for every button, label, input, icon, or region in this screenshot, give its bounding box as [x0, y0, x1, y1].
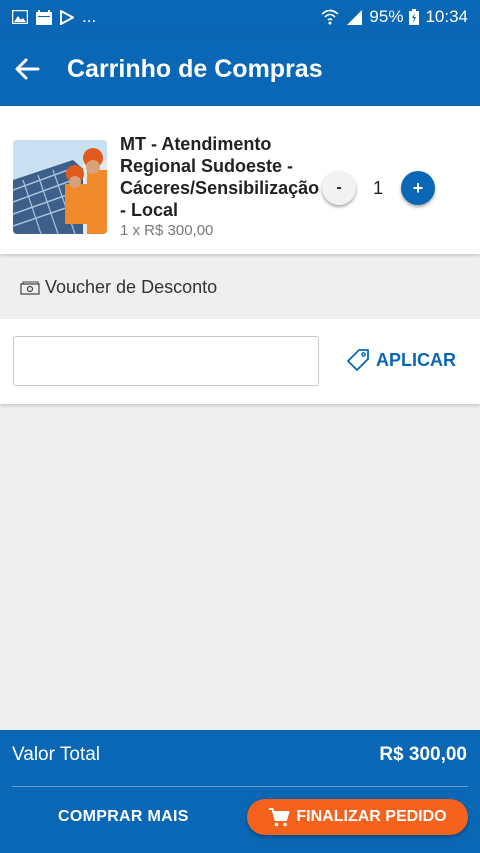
product-price: 1 x R$ 300,00: [120, 222, 214, 239]
checkout-footer: Valor Total R$ 300,00 COMPRAR MAIS FINAL…: [0, 730, 480, 853]
quantity-value: 1: [372, 178, 383, 198]
status-bar-notifications: ...: [12, 7, 96, 27]
plus-label: +: [412, 177, 424, 198]
back-button[interactable]: [12, 54, 42, 84]
calendar-notification-icon: [36, 9, 52, 25]
battery-percent: 95%: [369, 7, 404, 26]
status-bar-system: 95% 10:34: [321, 7, 468, 27]
arrow-left-icon: [15, 58, 40, 80]
minus-label: -: [336, 179, 342, 196]
clock: 10:34: [425, 7, 468, 26]
voucher-card: APLICAR: [0, 319, 480, 404]
battery-charging-icon: [409, 9, 420, 25]
cart-item: MT - Atendimento Regional Sudoeste - Các…: [0, 106, 480, 254]
buy-more-button[interactable]: COMPRAR MAIS: [58, 808, 189, 826]
wifi-icon: [321, 9, 339, 25]
product-image: [13, 140, 107, 234]
apply-voucher-label: APLICAR: [376, 349, 456, 370]
page-title: Carrinho de Compras: [67, 55, 323, 83]
voucher-label-text: Voucher de Desconto: [45, 277, 218, 297]
product-thumbnail: [13, 140, 107, 234]
total-label: Valor Total: [12, 744, 101, 765]
total-value: R$ 300,00: [379, 744, 467, 765]
signal-icon: [347, 10, 363, 25]
image-notification-icon: [12, 10, 28, 24]
play-store-notification-icon: [60, 9, 74, 25]
more-notifications-indicator: ...: [82, 7, 97, 26]
tag-icon: [347, 349, 369, 371]
footer-divider: [12, 786, 468, 787]
product-name: MT - Atendimento Regional Sudoeste - Các…: [120, 134, 320, 220]
increase-quantity-button[interactable]: +: [401, 171, 435, 205]
voucher-code-input[interactable]: [13, 336, 319, 386]
shopping-cart-icon: [269, 808, 290, 827]
finish-order-label: FINALIZAR PEDIDO: [296, 808, 447, 825]
decrease-quantity-button[interactable]: -: [322, 171, 356, 205]
status-bar: ... 95% 10:34: [0, 0, 480, 34]
voucher-section-label: Voucher de Desconto: [20, 277, 217, 298]
money-icon: [20, 281, 40, 295]
finish-order-button[interactable]: FINALIZAR PEDIDO: [247, 799, 468, 835]
apply-voucher-button[interactable]: APLICAR: [346, 348, 456, 372]
app-bar: Carrinho de Compras: [0, 34, 480, 106]
